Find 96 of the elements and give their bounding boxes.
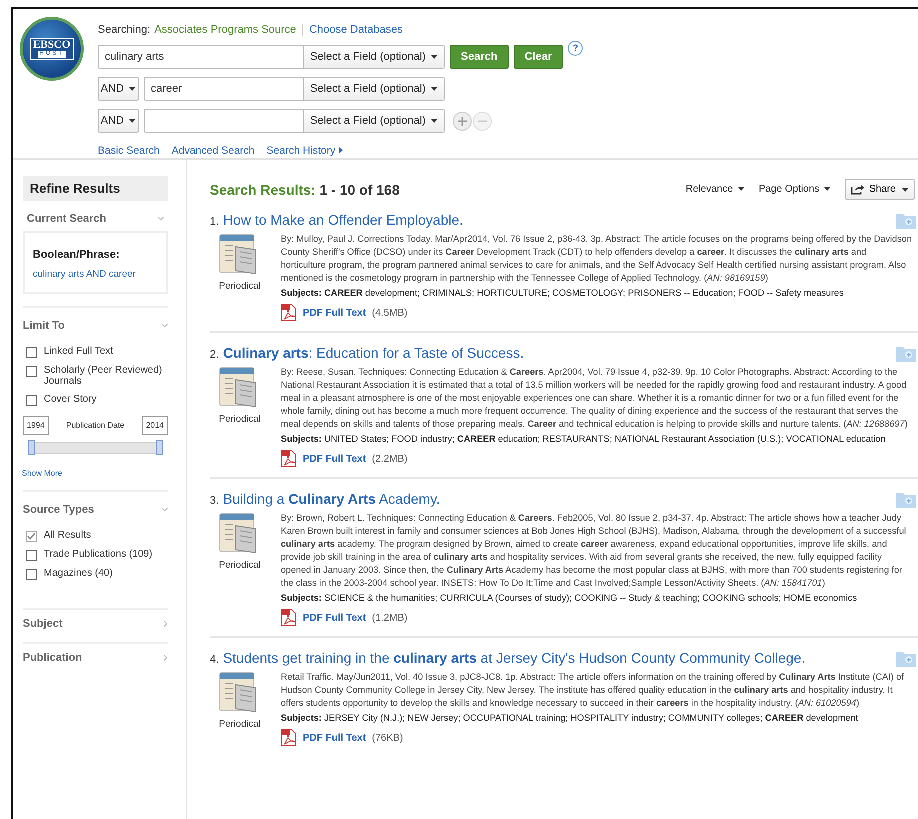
section-heading[interactable]: Current Search xyxy=(27,213,106,225)
logo-text: EBSCO xyxy=(33,40,71,51)
show-more-link[interactable]: Show More xyxy=(22,469,168,478)
publication-type: Periodical xyxy=(219,719,261,730)
operator-dropdown[interactable]: AND xyxy=(98,109,139,133)
result-title-link[interactable]: Culinary arts: Education for a Taste of Success. xyxy=(223,345,892,361)
add-row-icon[interactable] xyxy=(453,112,472,130)
search-button[interactable]: Search xyxy=(450,45,509,69)
result-abstract: Retail Traffic. May/Jun2011, Vol. 40 Issue 3, pJC8-JC8. 1p. Abstract: The article offers information on the training offered by Culinary Arts Institute (CAI) of Hudson County Community College in Jersey City, New Jersey. The institute has offered quality education in the culinary arts and hospitality industry. It offers students opportunity to develop the skills and knowledge necessary to succeed in their careers in the hospitality industry. (AN: 61020594) xyxy=(281,671,906,710)
publication-type: Periodical xyxy=(219,414,261,425)
publication-type: Periodical xyxy=(219,281,261,292)
result-subjects: Subjects: UNITED States; FOOD industry; CAREER education; RESTAURANTS; NATIONAL Restaurant Association (U.S.); VOCATIONAL education xyxy=(281,434,887,444)
file-size: (76KB) xyxy=(372,732,404,744)
expand-icon[interactable] xyxy=(164,655,168,661)
date-label: Publication Date xyxy=(66,421,125,430)
query-link[interactable]: culinary arts AND career xyxy=(33,269,158,280)
result-number: 1. xyxy=(210,216,220,228)
checkbox[interactable] xyxy=(26,531,37,542)
pdf-icon xyxy=(281,450,297,468)
result-abstract: By: Mulloy, Paul J. Corrections Today. Mar/Apr2014, Vol. 76 Issue 2, p36-43. 3p. Abstract: The article focuses on the programs being offered by the Davidson County Sheriff's Office (DCSO) under its Career Development Track (CDT) to help offenders develop a career. It discusses the culinary arts and horticulture program, the program partnered animal services to care for animals, and the Self Advocacy Self Health certified nursing assistant program. Also mentioned is the cosmetology program in partnership with the Tennessee College of Applied Technology. (AN: 98169159) xyxy=(281,233,912,285)
section-heading[interactable]: Limit To xyxy=(23,320,65,332)
file-size: (2.2MB) xyxy=(372,454,408,464)
section-heading[interactable]: Publication xyxy=(23,652,82,664)
search-field[interactable]: Select a Field (optional) xyxy=(144,109,445,133)
collapse-icon[interactable] xyxy=(162,508,168,512)
option-label: All Results xyxy=(44,530,92,542)
option-label: Trade Publications (109) xyxy=(44,549,153,561)
checkbox[interactable] xyxy=(26,550,37,561)
pdf-full-text-link[interactable]: PDF Full Text xyxy=(303,308,366,318)
caret-icon xyxy=(902,188,909,192)
pdf-icon xyxy=(281,729,297,747)
result-number: 2. xyxy=(210,349,220,361)
add-to-folder-icon[interactable] xyxy=(896,491,916,508)
date-to-field[interactable]: 2014 xyxy=(142,416,168,435)
result-abstract: By: Brown, Robert L. Techniques: Connecting Education & Careers. Feb2005, Vol. 80 Issue 2, p34-37. 4p. Abstract: The article shows how a teacher Judy Karen Brown built interest in family and consumer sciences at Bob Jones High School (BJHS), Madison, Alabama, through the development of a successful culinary arts academy. The program designed by Brown, aimed to create career awareness, expand educational opportunities, improve life skills, and provide job skill training in the area of culinary arts and hospitality services. With aid from several grants she received, the new, fully equipped facility opened in January 2003. Since then, the Culinary Arts Academy has become the most popular class at BJHS, with more than 700 students registering for the class in the 2003-2004 school year. INSETS: How To Do It;Time and Cast Involved;Sample Lesson/Activity Sheets. (AN: 15841701) xyxy=(281,512,908,590)
option-label: Linked Full Text xyxy=(44,346,114,358)
search-button[interactable]: Clear xyxy=(514,45,564,69)
option-label: Cover Story xyxy=(44,394,97,406)
result-title-link[interactable]: Students get training in the culinary arts at Jersey City's Hudson County Community College. xyxy=(223,650,892,666)
search-link[interactable]: Search History xyxy=(266,145,343,157)
checkbox[interactable] xyxy=(26,395,37,406)
date-from-field[interactable]: 1994 xyxy=(23,416,49,435)
choose-databases-link[interactable]: Choose Databases xyxy=(309,24,403,36)
section-heading[interactable]: Subject xyxy=(23,618,63,630)
option-label: Scholarly (Peer Reviewed) Journals xyxy=(44,365,164,387)
caret-icon xyxy=(431,55,438,60)
results-count: 1 - 10 of 168 xyxy=(320,182,400,198)
result-number: 3. xyxy=(210,495,220,507)
caret-icon xyxy=(129,87,136,92)
search-link[interactable]: Basic Search xyxy=(98,145,160,157)
expand-icon[interactable] xyxy=(164,621,168,627)
result-abstract: By: Reese, Susan. Techniques: Connecting Education & Careers. Apr2004, Vol. 79 Issue 4, p32-39. 9p. 10 Color Photographs. Abstract: According to the National Restaurant Association it is estimated that a total of 13.5 million workers will be needed for the rapidly growing food and restaurant industry. A good meal in a pleasant atmosphere is one of the most enjoyable experiences one can share. Whether it is a romantic dinner for two or a fun filled event for the whole family, dining out has become a much more frequent occurrence. The quality of dining experience and the success of the restaurant that serves the meal depends on skills and talents of those preparing meals. Career and technical education is helping to provide skills and nurture talents. (AN: 12688697) xyxy=(281,366,909,431)
operator-dropdown[interactable]: AND xyxy=(98,77,139,101)
checkbox[interactable] xyxy=(26,569,37,580)
remove-row-icon[interactable] xyxy=(473,112,492,130)
option-label: Magazines (40) xyxy=(44,568,113,580)
caret-icon xyxy=(431,87,438,92)
result-title-link[interactable]: How to Make an Offender Employable. xyxy=(223,212,892,228)
search-field[interactable]: culinary arts Select a Field (optional) xyxy=(98,45,445,69)
caret-icon xyxy=(824,187,832,192)
add-to-folder-icon[interactable] xyxy=(896,650,916,667)
section-heading[interactable]: Source Types xyxy=(23,504,94,516)
refine-results-heading: Refine Results xyxy=(23,176,168,201)
share-icon xyxy=(851,184,866,195)
caret-icon xyxy=(738,187,745,192)
pdf-icon xyxy=(281,609,297,627)
collapse-icon[interactable] xyxy=(162,324,168,328)
add-to-folder-icon[interactable] xyxy=(896,212,916,229)
pdf-full-text-link[interactable]: PDF Full Text xyxy=(303,612,366,624)
sort-dropdown[interactable]: Page Options xyxy=(758,184,832,195)
file-size: (4.5MB) xyxy=(372,308,408,318)
result-number: 4. xyxy=(210,654,220,666)
publication-type: Periodical xyxy=(219,560,261,571)
help-button[interactable]: ? xyxy=(568,41,584,56)
result-subjects: Subjects: JERSEY City (N.J.); NEW Jersey; OCCUPATIONAL training; HOSPITALITY industry; COMMUNITY colleges; CAREER development xyxy=(281,713,860,723)
results-label: Search Results: xyxy=(210,182,316,198)
result-title-link[interactable]: Building a Culinary Arts Academy. xyxy=(223,491,892,507)
pdf-full-text-link[interactable]: PDF Full Text xyxy=(303,454,366,464)
share-button[interactable]: Share xyxy=(845,179,915,200)
caret-icon xyxy=(129,119,136,124)
search-field[interactable]: career Select a Field (optional) xyxy=(144,77,445,101)
result-subjects: Subjects: CAREER development; CRIMINALS; HORTICULTURE; COSMETOLOGY; PRISONERS -- Education; FOOD -- Safety measures xyxy=(281,288,845,298)
boolean-label: Boolean/Phrase: xyxy=(33,249,121,261)
result-subjects: Subjects: SCIENCE & the humanities; CURRICULA (Courses of study); COOKING -- Study & teaching; COOKING schools; HOME economics xyxy=(281,593,858,603)
collapse-icon[interactable] xyxy=(158,217,164,221)
pdf-icon xyxy=(281,304,297,322)
database-name: Associates Programs Source xyxy=(154,24,296,36)
caret-icon xyxy=(431,119,438,124)
add-to-folder-icon[interactable] xyxy=(896,345,916,362)
searching-label: Searching: xyxy=(98,24,151,36)
pdf-full-text-link[interactable]: PDF Full Text xyxy=(303,732,366,744)
sort-dropdown[interactable]: Relevance xyxy=(686,184,745,195)
search-link[interactable]: Advanced Search xyxy=(172,145,255,157)
checkbox[interactable] xyxy=(26,347,37,358)
file-size: (1.2MB) xyxy=(372,612,408,624)
checkbox[interactable] xyxy=(26,366,37,377)
